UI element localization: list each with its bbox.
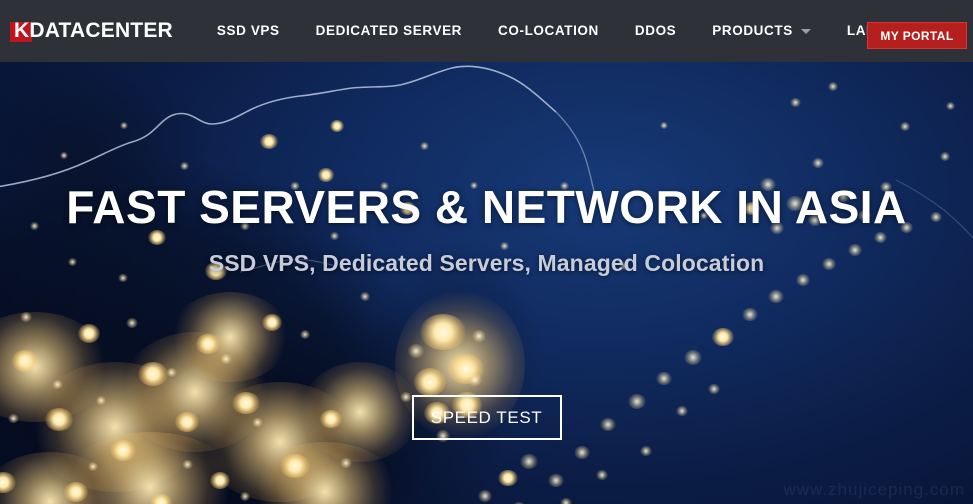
chevron-down-icon: [800, 28, 811, 34]
watermark-text: www.zhujiceping.com: [783, 480, 965, 499]
hero-headline: FAST SERVERS & NETWORK IN ASIA: [66, 181, 907, 233]
nav-item-dedicated-server[interactable]: DEDICATED SERVER: [298, 0, 480, 62]
nav-label: CO-LOCATION: [498, 23, 599, 38]
top-navigation-bar: KDATACENTER SSD VPS DEDICATED SERVER CO-…: [0, 0, 973, 62]
nav-item-ddos[interactable]: DDOS: [617, 0, 694, 62]
speed-test-button[interactable]: SPEED TEST: [411, 395, 562, 440]
nav-item-co-location[interactable]: CO-LOCATION: [480, 0, 617, 62]
speed-test-label: SPEED TEST: [430, 407, 543, 427]
my-portal-button[interactable]: MY PORTAL: [867, 22, 967, 49]
navigation-links: SSD VPS DEDICATED SERVER CO-LOCATION DDO…: [199, 0, 965, 62]
site-logo[interactable]: KDATACENTER: [8, 0, 173, 62]
hero-banner: FAST SERVERS & NETWORK IN ASIA SSD VPS, …: [0, 62, 973, 504]
nav-item-products[interactable]: PRODUCTS: [694, 0, 829, 62]
nav-label: DDOS: [634, 23, 677, 38]
my-portal-label: MY PORTAL: [880, 28, 954, 43]
logo-text: KDATACENTER: [14, 19, 173, 42]
hero-subheadline: SSD VPS, Dedicated Servers, Managed Colo…: [208, 250, 765, 276]
page-root: KDATACENTER SSD VPS DEDICATED SERVER CO-…: [0, 0, 973, 504]
nav-label: PRODUCTS: [712, 23, 793, 38]
nav-label: SSD VPS: [216, 23, 280, 38]
nav-label: DEDICATED SERVER: [315, 23, 463, 38]
nav-item-ssd-vps[interactable]: SSD VPS: [199, 0, 298, 62]
hero-content: FAST SERVERS & NETWORK IN ASIA SSD VPS, …: [0, 62, 973, 504]
